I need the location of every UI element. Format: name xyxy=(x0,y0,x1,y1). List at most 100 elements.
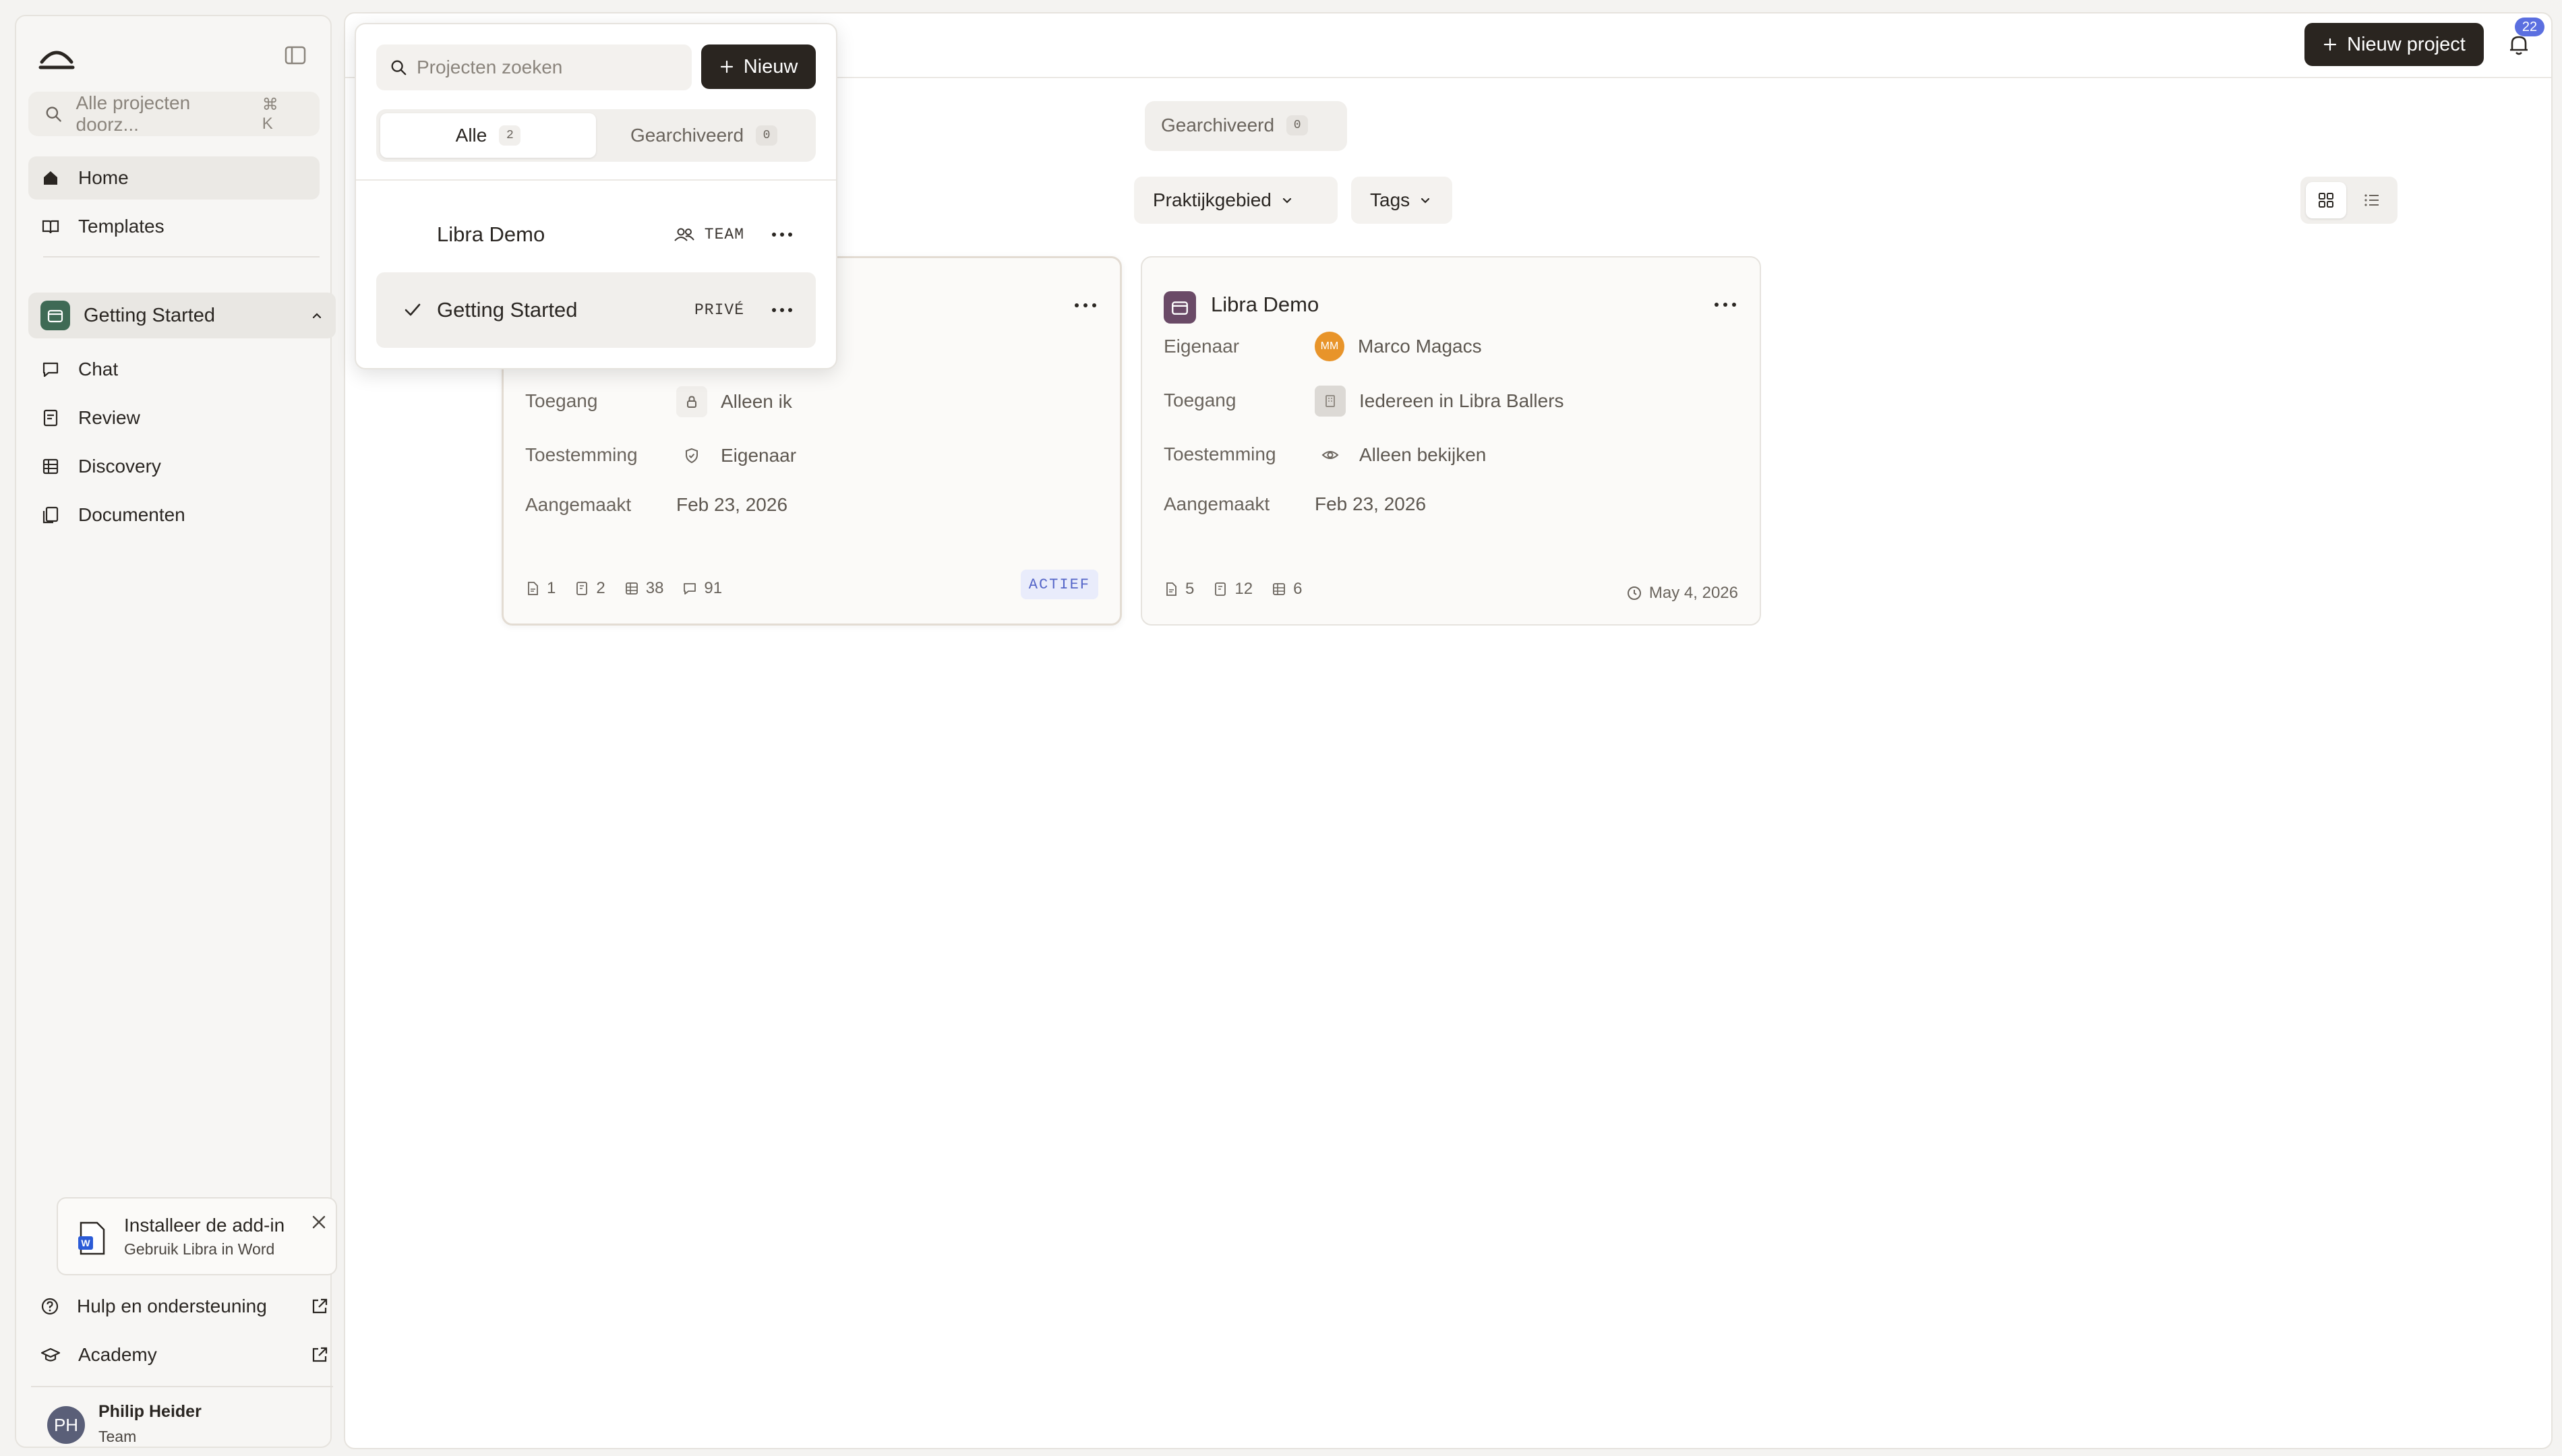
tags-filter[interactable]: Tags xyxy=(1351,177,1452,224)
new-project-button[interactable]: Nieuw project xyxy=(2304,23,2484,66)
nav-chat[interactable]: Chat xyxy=(28,348,320,391)
grid-view-button[interactable] xyxy=(2306,182,2346,218)
addin-promo-card[interactable]: W Installeer de add-in Gebruik Libra in … xyxy=(57,1197,337,1275)
project-option-getting-started[interactable]: Getting Started PRIVÉ xyxy=(376,272,816,348)
user-avatar[interactable]: PH xyxy=(47,1406,85,1444)
user-name[interactable]: Philip Heider xyxy=(98,1402,202,1422)
academy-link[interactable]: Academy xyxy=(40,1335,329,1375)
permission-label: Toestemming xyxy=(1164,444,1276,464)
card-stats: 1 2 38 91 xyxy=(525,579,722,598)
stat-tables-count: 38 xyxy=(645,579,664,597)
svg-text:W: W xyxy=(81,1238,90,1248)
stat-files-count: 5 xyxy=(1185,580,1195,598)
nav-discovery[interactable]: Discovery xyxy=(28,445,320,488)
created-value: Feb 23, 2026 xyxy=(676,494,788,515)
sidebar: Alle projecten doorz... ⌘ K Home Templat… xyxy=(15,15,337,1448)
shield-check-icon xyxy=(676,440,707,471)
list-icon xyxy=(2364,194,2379,206)
project-card-libra-demo[interactable]: Libra Demo Eigenaar MM Marco Magacs Toeg… xyxy=(1141,256,1761,626)
external-link-icon xyxy=(312,1347,328,1362)
created-label: Aangemaakt xyxy=(1164,493,1270,514)
owner-avatar: MM xyxy=(1315,332,1344,361)
stat-tables: 6 xyxy=(1272,580,1302,599)
stat-files: 1 xyxy=(525,579,556,598)
permission-label: Toestemming xyxy=(525,444,638,465)
eye-icon xyxy=(1315,439,1346,471)
academy-link-label: Academy xyxy=(78,1344,157,1365)
nav-templates-label: Templates xyxy=(78,216,165,237)
access-value: Alleen ik xyxy=(676,386,792,417)
owner-value-text: Marco Magacs xyxy=(1358,336,1482,357)
stat-chats: 91 xyxy=(682,579,722,598)
tab-all[interactable]: Alle 2 xyxy=(380,113,596,158)
new-button[interactable]: Nieuw xyxy=(701,44,816,89)
tab-archived-label: Gearchiveerd xyxy=(1161,115,1275,135)
checkmark-icon xyxy=(405,303,421,316)
documents-icon xyxy=(40,505,61,525)
view-toggle xyxy=(2300,177,2397,224)
help-link[interactable]: Hulp en ondersteuning xyxy=(40,1286,329,1327)
global-search[interactable]: Alle projecten doorz... ⌘ K xyxy=(28,92,320,136)
current-project-selector[interactable]: Getting Started xyxy=(28,293,336,338)
tab-archived[interactable]: Gearchiveerd 0 xyxy=(596,113,812,158)
project-switcher-popover: Nieuw Alle 2 Gearchiveerd 0 Libra Demo T… xyxy=(355,23,837,369)
tab-archived-label: Gearchiveerd xyxy=(630,125,744,146)
close-icon[interactable] xyxy=(310,1213,328,1231)
grid-icon xyxy=(2319,193,2333,208)
access-value-text: Alleen ik xyxy=(721,391,792,412)
table-icon xyxy=(625,582,638,595)
plus-icon xyxy=(720,60,733,73)
list-view-button[interactable] xyxy=(2352,182,2392,218)
stat-reviews: 12 xyxy=(1213,580,1253,599)
table-icon xyxy=(1273,583,1285,595)
stat-reviews: 2 xyxy=(574,579,605,598)
permission-value: Eigenaar xyxy=(676,440,796,471)
keyboard-shortcut: ⌘ K xyxy=(262,95,282,133)
nav-chat-label: Chat xyxy=(78,359,119,380)
more-options-icon[interactable] xyxy=(769,226,796,243)
book-icon xyxy=(40,216,61,237)
collapse-sidebar-icon[interactable] xyxy=(283,43,307,67)
team-icon xyxy=(674,228,694,241)
project-option-libra-demo[interactable]: Libra Demo TEAM xyxy=(376,197,816,272)
stat-chats-count: 91 xyxy=(704,579,723,597)
review-icon xyxy=(40,408,61,428)
project-search[interactable] xyxy=(376,44,692,90)
search-icon xyxy=(46,107,61,122)
popover-tabs: Alle 2 Gearchiveerd 0 xyxy=(376,109,816,162)
sidebar-divider xyxy=(43,256,320,257)
permission-value: Alleen bekijken xyxy=(1315,439,1486,471)
more-options-icon[interactable] xyxy=(769,302,796,318)
more-options-icon[interactable] xyxy=(1069,297,1102,313)
nav-home[interactable]: Home xyxy=(28,156,320,200)
tab-archived-count: 0 xyxy=(1286,115,1309,135)
project-folder-icon xyxy=(1164,291,1196,324)
nav-documents[interactable]: Documenten xyxy=(28,493,320,537)
new-project-label: Nieuw project xyxy=(2347,33,2466,55)
review-icon xyxy=(1215,582,1226,596)
home-icon xyxy=(40,168,61,188)
tab-all-label: Alle xyxy=(455,125,487,146)
visibility-label: TEAM xyxy=(704,226,744,243)
visibility-label: PRIVÉ xyxy=(694,301,744,319)
owner-value: MM Marco Magacs xyxy=(1315,332,1482,361)
popover-divider xyxy=(356,179,836,181)
review-icon xyxy=(576,582,588,595)
tags-filter-label: Tags xyxy=(1370,189,1410,210)
user-divider xyxy=(31,1386,333,1387)
graduation-cap-icon xyxy=(40,1347,61,1362)
libra-logo-icon[interactable] xyxy=(36,36,77,77)
project-search-input[interactable] xyxy=(417,57,673,78)
permission-value-text: Eigenaar xyxy=(721,445,797,466)
tab-archived[interactable]: Gearchiveerd 0 xyxy=(1161,115,1309,136)
addin-title: Installeer de add-in xyxy=(124,1215,285,1236)
nav-review[interactable]: Review xyxy=(28,396,320,439)
chevron-up-icon xyxy=(312,313,322,319)
project-folder-icon xyxy=(40,301,70,330)
card-title[interactable]: Libra Demo xyxy=(1211,293,1319,317)
more-options-icon[interactable] xyxy=(1708,297,1742,313)
nav-home-label: Home xyxy=(78,167,129,188)
file-icon xyxy=(528,582,538,595)
practice-area-filter[interactable]: Praktijkgebied xyxy=(1134,177,1338,224)
nav-templates[interactable]: Templates xyxy=(28,205,320,248)
